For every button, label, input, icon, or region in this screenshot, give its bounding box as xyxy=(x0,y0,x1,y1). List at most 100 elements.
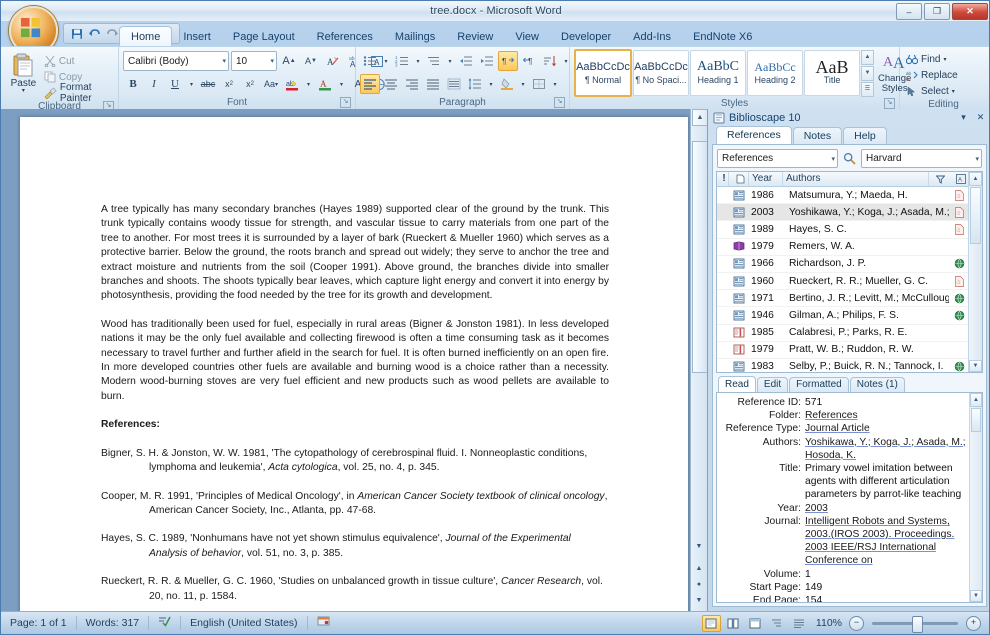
clear-formatting-icon[interactable]: A xyxy=(323,51,343,71)
underline-dropdown-icon[interactable]: ▾ xyxy=(186,74,197,94)
detail-field-value[interactable]: Yoshikawa, Y.; Koga, J.; Asada, M.; Hoso… xyxy=(805,436,966,462)
font-color-dropdown-icon[interactable]: ▾ xyxy=(336,74,347,94)
column-type[interactable] xyxy=(729,172,749,186)
highlight-dropdown-icon[interactable]: ▾ xyxy=(303,74,314,94)
scrollbar-thumb[interactable] xyxy=(692,141,707,373)
replace-button[interactable]: ab ac Replace xyxy=(904,68,960,82)
column-attachment[interactable]: A xyxy=(949,172,969,186)
font-name-combo[interactable]: Calibri (Body) ▾ xyxy=(123,51,229,71)
multilevel-list-icon[interactable] xyxy=(424,51,444,71)
citation-style-select[interactable]: Harvard ▾ xyxy=(861,149,982,168)
detail-scrollbar[interactable]: ▲ ▼ xyxy=(969,393,982,602)
styles-more-icon[interactable]: ☰ xyxy=(861,81,874,97)
paste-button[interactable]: Paste ▾ xyxy=(5,50,42,96)
reference-row[interactable]: 1979 Remers, W. A. xyxy=(717,239,982,256)
view-draft-button[interactable] xyxy=(790,615,809,632)
dtab-notes[interactable]: Notes (1) xyxy=(849,377,905,392)
style-heading-1[interactable]: AaBbC Heading 1 xyxy=(690,50,746,96)
row-attachment-icon[interactable] xyxy=(949,361,969,372)
view-outline-button[interactable] xyxy=(768,615,787,632)
previous-page-icon[interactable]: ▲ xyxy=(692,561,706,575)
reference-detail-panel[interactable]: Reference ID: 571 Folder: References Referen… xyxy=(716,392,983,603)
borders-dropdown-icon[interactable]: ▾ xyxy=(550,74,560,94)
reference-row[interactable]: 1979 Pratt, W. B.; Ruddon, R. W. xyxy=(717,342,982,359)
reference-list[interactable]: ! Year Authors A 1986 Matsumura, Y.; Maed… xyxy=(716,171,983,373)
rtl-text-icon[interactable]: ¶ xyxy=(519,51,539,71)
format-painter-button[interactable]: Format Painter xyxy=(42,82,114,104)
reference-row[interactable]: 1966 Richardson, J. P. xyxy=(717,256,982,273)
line-spacing-icon[interactable] xyxy=(465,74,485,94)
scroll-up-icon[interactable]: ▲ xyxy=(692,109,707,126)
font-dialog-launcher[interactable]: ↘ xyxy=(340,97,351,108)
scroll-down-icon[interactable]: ▼ xyxy=(692,539,706,553)
reference-row[interactable]: 1946 Gilman, A.; Philips, F. S. xyxy=(717,307,982,325)
folder-select[interactable]: References ▾ xyxy=(717,149,838,168)
column-flag[interactable]: ! xyxy=(717,172,729,186)
row-attachment-icon[interactable]: ☃ xyxy=(949,189,969,201)
tab-developer[interactable]: Developer xyxy=(550,27,622,47)
align-right-icon[interactable] xyxy=(402,74,422,94)
row-attachment-icon[interactable]: ☃ xyxy=(949,206,969,218)
page-status[interactable]: Page: 1 of 1 xyxy=(1,616,77,630)
reference-list-scrollbar[interactable]: ▲ ▼ xyxy=(968,172,982,372)
document-body[interactable]: A tree typically has many secondary bran… xyxy=(101,203,609,612)
minimize-button[interactable]: – xyxy=(896,3,922,20)
increase-indent-icon[interactable] xyxy=(477,51,497,71)
find-dropdown-icon[interactable]: ▾ xyxy=(943,56,946,63)
decrease-indent-icon[interactable] xyxy=(456,51,476,71)
close-button[interactable]: ✕ xyxy=(952,3,988,20)
detail-scroll-down-icon[interactable]: ▼ xyxy=(970,590,982,602)
bullets-dropdown-icon[interactable]: ▾ xyxy=(381,51,391,71)
shrink-font-icon[interactable]: A ▼ xyxy=(301,51,321,71)
select-dropdown-icon[interactable]: ▾ xyxy=(952,88,955,95)
paragraph-dialog-launcher[interactable]: ↘ xyxy=(554,97,565,108)
tab-page-layout[interactable]: Page Layout xyxy=(222,27,306,47)
subscript-button[interactable]: x2 xyxy=(219,74,239,94)
column-authors[interactable]: Authors xyxy=(783,172,929,186)
italic-button[interactable]: I xyxy=(144,74,164,94)
next-page-icon[interactable]: ▼ xyxy=(692,593,706,607)
zoom-out-button[interactable]: − xyxy=(849,615,864,631)
reference-row[interactable]: 1960 Rueckert, R. R.; Mueller, G. C. ☃ xyxy=(717,273,982,291)
reference-row[interactable]: 1985 Calabresi, P.; Parks, R. E. xyxy=(717,325,982,342)
search-icon[interactable] xyxy=(842,151,857,166)
detail-field-value[interactable]: References xyxy=(805,409,966,422)
view-web-layout-button[interactable] xyxy=(746,615,765,632)
word-count-status[interactable]: Words: 317 xyxy=(77,616,150,630)
pane-close-icon[interactable]: ✕ xyxy=(974,111,987,124)
list-scrollbar-thumb[interactable] xyxy=(970,187,981,244)
sort-icon[interactable] xyxy=(540,51,560,71)
numbering-dropdown-icon[interactable]: ▾ xyxy=(413,51,423,71)
shading-dropdown-icon[interactable]: ▾ xyxy=(518,74,528,94)
reference-row[interactable]: 1989 Hayes, S. C. ☃ xyxy=(717,221,982,239)
dtab-formatted[interactable]: Formatted xyxy=(789,377,849,392)
style-title[interactable]: AaB Title xyxy=(804,50,860,96)
btab-references[interactable]: References xyxy=(716,126,792,144)
multilevel-dropdown-icon[interactable]: ▾ xyxy=(445,51,455,71)
pane-options-icon[interactable]: ▾ xyxy=(957,111,970,124)
btab-help[interactable]: Help xyxy=(843,127,887,144)
column-year[interactable]: Year xyxy=(749,172,783,186)
bullets-icon[interactable] xyxy=(360,51,380,71)
row-attachment-icon[interactable]: ☃ xyxy=(949,275,969,287)
detail-field-value[interactable]: 2003 xyxy=(805,502,966,515)
dtab-read[interactable]: Read xyxy=(718,376,756,392)
row-attachment-icon[interactable] xyxy=(949,310,969,321)
column-filter-icon[interactable] xyxy=(929,172,949,186)
proofing-status[interactable] xyxy=(149,616,182,630)
style-normal[interactable]: AaBbCcDc ¶ Normal xyxy=(574,49,632,97)
detail-field-value[interactable]: Journal Article xyxy=(805,422,966,435)
reference-row[interactable]: 1986 Matsumura, Y.; Maeda, H. ☃ xyxy=(717,187,982,205)
reference-row[interactable]: 1983 Selby, P.; Buick, R. N.; Tannock, I. xyxy=(717,359,982,372)
tab-home[interactable]: Home xyxy=(119,26,173,47)
dtab-edit[interactable]: Edit xyxy=(756,377,789,392)
underline-button[interactable]: U xyxy=(165,74,185,94)
zoom-slider[interactable] xyxy=(872,615,958,633)
text-highlight-color-button[interactable]: ab xyxy=(282,74,302,94)
row-attachment-icon[interactable]: ☃ xyxy=(949,224,969,235)
macro-status[interactable] xyxy=(308,616,339,630)
select-browse-object-icon[interactable]: ● xyxy=(692,577,706,591)
select-button[interactable]: Select ▾ xyxy=(904,84,957,98)
tab-add-ins[interactable]: Add-Ins xyxy=(622,27,682,47)
distributed-icon[interactable] xyxy=(444,74,464,94)
